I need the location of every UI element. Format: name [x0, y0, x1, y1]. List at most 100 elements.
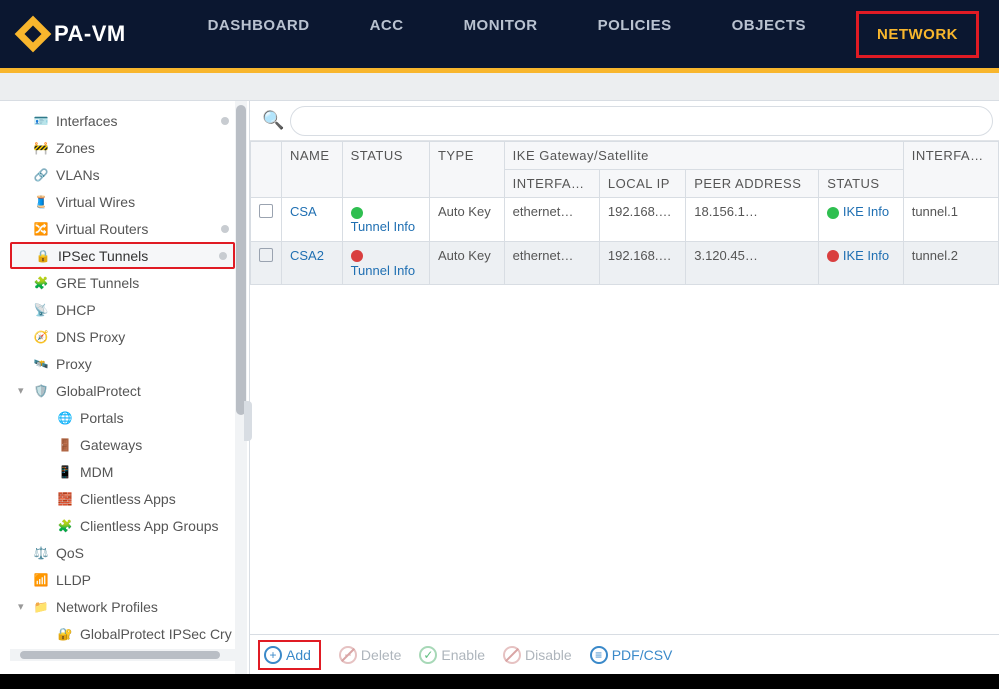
- ipsec-tunnels-table: NAME STATUS TYPE IKE Gateway/Satellite I…: [250, 141, 999, 285]
- status-dot-icon: [827, 250, 839, 262]
- sidebar-hscroll-track[interactable]: [10, 649, 235, 661]
- sidebar-item-zones[interactable]: 🚧 Zones: [10, 134, 235, 161]
- search-icon: 🔍: [262, 110, 284, 131]
- nav-objects[interactable]: OBJECTS: [722, 11, 816, 58]
- footer-actions: +Add −Delete ✓Enable Disable ≡PDF/CSV: [250, 634, 999, 674]
- action-label: Enable: [441, 647, 485, 663]
- portals-icon: 🌐: [56, 411, 74, 425]
- gateways-icon: 🚪: [56, 438, 74, 452]
- nav-monitor[interactable]: MONITOR: [454, 11, 548, 58]
- sidebar-hscroll-thumb[interactable]: [20, 651, 220, 659]
- sidebar-label: GRE Tunnels: [56, 275, 139, 291]
- plus-circle-icon: +: [264, 646, 282, 664]
- search-row: 🔍: [250, 101, 999, 141]
- col-status[interactable]: STATUS: [342, 142, 429, 198]
- tunnel-name-link[interactable]: CSA2: [290, 248, 324, 263]
- sidebar: 🪪Interfaces 🚧 Zones 🔗VLANs 🧵Virtual Wires…: [0, 101, 250, 674]
- sidebar-item-vlans[interactable]: 🔗VLANs: [10, 161, 235, 188]
- tunnel-name-link[interactable]: CSA: [290, 204, 317, 219]
- chevron-down-icon: ▾: [18, 384, 32, 397]
- cell-type: Auto Key: [429, 241, 504, 285]
- table-row[interactable]: CSATunnel InfoAuto Keyethernet…192.168.……: [251, 198, 999, 242]
- sidebar-item-dns-proxy[interactable]: 🧭DNS Proxy: [10, 323, 235, 350]
- pdf-csv-button[interactable]: ≡PDF/CSV: [590, 646, 673, 664]
- lldp-icon: 📶: [32, 573, 50, 587]
- enable-button[interactable]: ✓Enable: [419, 646, 485, 664]
- globalprotect-icon: 🛡️: [32, 384, 50, 398]
- sidebar-item-virtual-wires[interactable]: 🧵Virtual Wires: [10, 188, 235, 215]
- sidebar-item-ipsec-tunnels[interactable]: 🔒IPSec Tunnels: [10, 242, 235, 269]
- sidebar-group-globalprotect[interactable]: ▾🛡️ GlobalProtect: [10, 377, 235, 404]
- col-type[interactable]: TYPE: [429, 142, 504, 198]
- sidebar-collapse-handle[interactable]: [244, 401, 252, 441]
- slash-circle-icon: [503, 646, 521, 664]
- ike-info-link[interactable]: IKE Info: [843, 204, 889, 219]
- nav-dashboard[interactable]: DASHBOARD: [198, 11, 320, 58]
- sidebar-item-proxy[interactable]: 🛰️Proxy: [10, 350, 235, 377]
- sidebar-label: Clientless Apps: [80, 491, 176, 507]
- sidebar-item-mdm[interactable]: 📱MDM: [10, 458, 235, 485]
- sidebar-item-dhcp[interactable]: 📡DHCP: [10, 296, 235, 323]
- sidebar-label: Virtual Routers: [56, 221, 148, 237]
- qos-icon: ⚖️: [32, 546, 50, 560]
- minus-circle-icon: −: [339, 646, 357, 664]
- action-label: Add: [286, 647, 311, 663]
- sidebar-label: Zones: [56, 140, 95, 156]
- sidebar-item-gateways[interactable]: 🚪Gateways: [10, 431, 235, 458]
- col-group-ike: IKE Gateway/Satellite: [504, 142, 903, 170]
- network-profiles-icon: 📁: [32, 600, 50, 614]
- sidebar-item-clientless-apps[interactable]: 🧱 Clientless Apps: [10, 485, 235, 512]
- disable-button[interactable]: Disable: [503, 646, 572, 664]
- sidebar-item-gp-ipsec-crypto[interactable]: 🔐GlobalProtect IPSec Cry: [10, 620, 235, 647]
- sidebar-item-virtual-routers[interactable]: 🔀 Virtual Routers: [10, 215, 235, 242]
- col-ike-interface[interactable]: INTERFA…: [504, 170, 599, 198]
- row-checkbox[interactable]: [259, 204, 273, 218]
- top-bar: PA-VM DASHBOARD ACC MONITOR POLICIES OBJ…: [0, 0, 999, 68]
- sidebar-item-portals[interactable]: 🌐Portals: [10, 404, 235, 431]
- sidebar-group-network-profiles[interactable]: ▾📁Network Profiles: [10, 593, 235, 620]
- tunnel-info-link[interactable]: Tunnel Info: [351, 219, 421, 235]
- cell-local-ip: 192.168.…: [599, 241, 685, 285]
- col-name[interactable]: NAME: [282, 142, 343, 198]
- nav-policies[interactable]: POLICIES: [588, 11, 682, 58]
- row-checkbox[interactable]: [259, 248, 273, 262]
- sidebar-item-qos[interactable]: ⚖️QoS: [10, 539, 235, 566]
- sidebar-label: GlobalProtect: [56, 383, 141, 399]
- sidebar-item-gre-tunnels[interactable]: 🧩GRE Tunnels: [10, 269, 235, 296]
- ike-info-link[interactable]: IKE Info: [843, 248, 889, 263]
- delete-button[interactable]: −Delete: [339, 646, 401, 664]
- check-circle-icon: ✓: [419, 646, 437, 664]
- zones-icon: 🚧: [32, 141, 50, 155]
- col-ike-status[interactable]: STATUS: [819, 170, 903, 198]
- status-dot-icon: [351, 207, 363, 219]
- cell-tunnel-iface: tunnel.1: [903, 198, 998, 242]
- col-ike-local-ip[interactable]: LOCAL IP: [599, 170, 685, 198]
- sidebar-label: GlobalProtect IPSec Cry: [80, 626, 232, 642]
- interfaces-icon: 🪪: [32, 114, 50, 128]
- vrouter-icon: 🔀: [32, 222, 50, 236]
- action-label: Delete: [361, 647, 401, 663]
- sidebar-item-clientless-groups[interactable]: 🧩Clientless App Groups: [10, 512, 235, 539]
- sidebar-label: Virtual Wires: [56, 194, 135, 210]
- search-input[interactable]: [290, 106, 993, 136]
- col-ike-peer[interactable]: PEER ADDRESS: [686, 170, 819, 198]
- sidebar-label: MDM: [80, 464, 113, 480]
- chevron-down-icon: ▾: [18, 600, 32, 613]
- sidebar-scrollbar-thumb[interactable]: [236, 105, 246, 415]
- status-dot-icon: [351, 250, 363, 262]
- nav-acc[interactable]: ACC: [360, 11, 414, 58]
- sidebar-item-interfaces[interactable]: 🪪Interfaces: [10, 107, 235, 134]
- footer-strip: [0, 674, 999, 689]
- add-button[interactable]: +Add: [258, 640, 321, 670]
- brand-mark-icon: [15, 16, 52, 53]
- sidebar-item-lldp[interactable]: 📶 LLDP: [10, 566, 235, 593]
- table-row[interactable]: CSA2Tunnel InfoAuto Keyethernet…192.168.…: [251, 241, 999, 285]
- tunnel-info-link[interactable]: Tunnel Info: [351, 263, 421, 279]
- ipsec-icon: 🔒: [34, 249, 52, 263]
- clientless-apps-icon: 🧱: [56, 492, 74, 506]
- change-dot-icon: [221, 117, 229, 125]
- col-tunnel-iface[interactable]: INTERFA…: [903, 142, 998, 198]
- cell-peer: 3.120.45…: [686, 241, 819, 285]
- nav-network[interactable]: NETWORK: [856, 11, 979, 58]
- sidebar-label: LLDP: [56, 572, 91, 588]
